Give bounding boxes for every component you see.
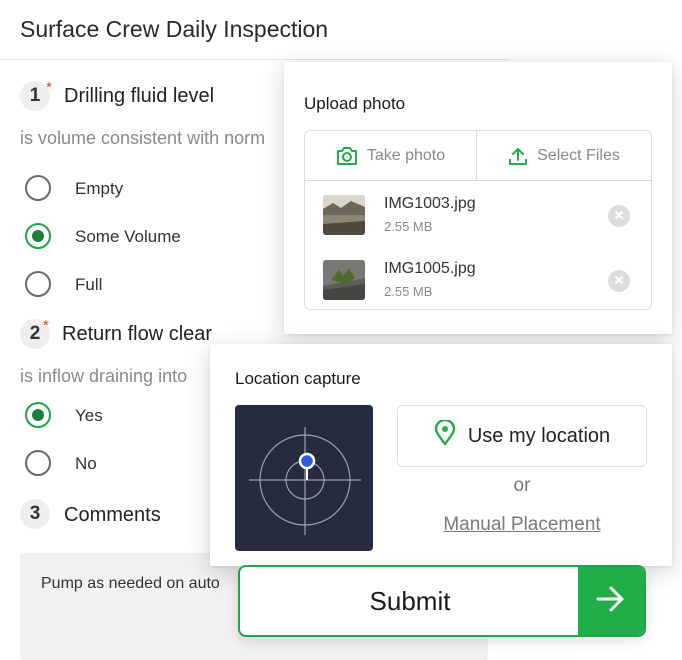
file-size: 2.55 MB xyxy=(384,284,433,299)
remove-file-button[interactable] xyxy=(608,205,630,227)
submit-arrow xyxy=(578,567,644,635)
upload-photo-title: Upload photo xyxy=(304,94,406,113)
take-photo-label: Take photo xyxy=(366,147,446,164)
question-2-text: Return flow clear xyxy=(62,323,213,345)
radio-some-volume[interactable] xyxy=(25,223,51,249)
question-3-number: 3 xyxy=(20,499,50,529)
crosshair-icon xyxy=(249,427,361,535)
file-name: IMG1005.jpg xyxy=(384,260,476,277)
arrow-right-icon xyxy=(596,586,626,617)
radio-label-empty: Empty xyxy=(75,179,124,198)
remove-file-button[interactable] xyxy=(608,270,630,292)
radio-empty[interactable] xyxy=(25,175,51,201)
radio-label-yes: Yes xyxy=(75,406,103,425)
radio-label-some-volume: Some Volume xyxy=(75,227,181,246)
manual-placement-link[interactable]: Manual Placement xyxy=(397,514,647,536)
location-capture-panel: Location capture Use my location or Manu… xyxy=(210,344,672,566)
question-1-text: Drilling fluid level xyxy=(64,85,215,107)
comments-value: Pump as needed on auto xyxy=(41,575,220,592)
question-3-text: Comments xyxy=(64,504,161,526)
submit-label: Submit xyxy=(369,585,451,616)
take-photo-button[interactable]: Take photo xyxy=(305,131,477,181)
file-thumbnail-image xyxy=(323,260,365,300)
close-icon xyxy=(614,272,624,290)
upload-icon xyxy=(508,146,528,166)
or-separator: or xyxy=(513,475,531,496)
upload-photo-panel: Upload photo Take photo Select Files IMG… xyxy=(284,62,672,334)
file-thumbnail-image xyxy=(323,195,365,235)
question-2-subtitle: is inflow draining into xyxy=(20,366,188,386)
page-title: Surface Crew Daily Inspection xyxy=(20,16,329,42)
use-my-location-label: Use my location xyxy=(467,424,611,447)
camera-icon xyxy=(336,146,358,166)
file-item: IMG1003.jpg 2.55 MB xyxy=(305,183,651,243)
use-my-location-button[interactable]: Use my location xyxy=(397,405,647,467)
required-marker: * xyxy=(43,317,49,334)
required-marker: * xyxy=(46,79,52,96)
location-map[interactable] xyxy=(235,405,373,551)
radio-no[interactable] xyxy=(25,450,51,476)
location-capture-title: Location capture xyxy=(235,369,361,388)
file-size: 2.55 MB xyxy=(384,219,433,234)
upload-actions: Take photo Select Files xyxy=(305,131,651,181)
select-files-label: Select Files xyxy=(537,147,620,164)
title-divider xyxy=(0,59,510,60)
submit-button[interactable]: Submit xyxy=(238,565,646,637)
close-icon xyxy=(614,207,624,225)
file-item: IMG1005.jpg 2.55 MB xyxy=(305,248,651,308)
radio-yes[interactable] xyxy=(25,402,51,428)
upload-box: Take photo Select Files IMG1003.jpg 2.55… xyxy=(304,130,652,310)
select-files-button[interactable]: Select Files xyxy=(477,131,651,181)
radio-full[interactable] xyxy=(25,271,51,297)
file-name: IMG1003.jpg xyxy=(384,195,476,212)
radio-label-no: No xyxy=(75,454,97,473)
question-1-subtitle: is volume consistent with norm xyxy=(20,128,266,148)
map-pin-icon xyxy=(434,418,456,452)
radio-label-full: Full xyxy=(75,275,103,294)
